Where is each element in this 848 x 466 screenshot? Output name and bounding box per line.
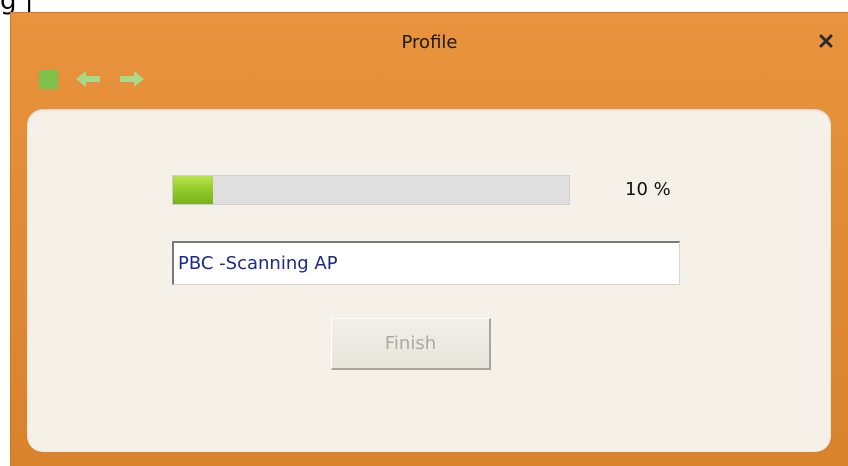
progress-percent-label: 10 % <box>625 179 671 200</box>
nav-toolbar <box>39 68 146 90</box>
screenshot-page: g | Profile 10 % PBC -Scanning AP Finish <box>0 0 848 466</box>
close-button[interactable] <box>814 29 838 53</box>
finish-button[interactable]: Finish <box>331 318 491 370</box>
progress-bar-fill <box>173 176 213 204</box>
forward-arrow-icon[interactable] <box>118 69 146 89</box>
profile-dialog-window: Profile 10 % Finish <box>10 12 848 466</box>
window-title: Profile <box>401 32 458 53</box>
title-bar: Profile <box>11 13 848 113</box>
close-icon <box>819 34 833 48</box>
status-text-field[interactable] <box>172 241 680 285</box>
stop-square-icon[interactable] <box>39 69 58 89</box>
progress-bar <box>172 175 570 205</box>
back-arrow-icon[interactable] <box>74 69 102 89</box>
